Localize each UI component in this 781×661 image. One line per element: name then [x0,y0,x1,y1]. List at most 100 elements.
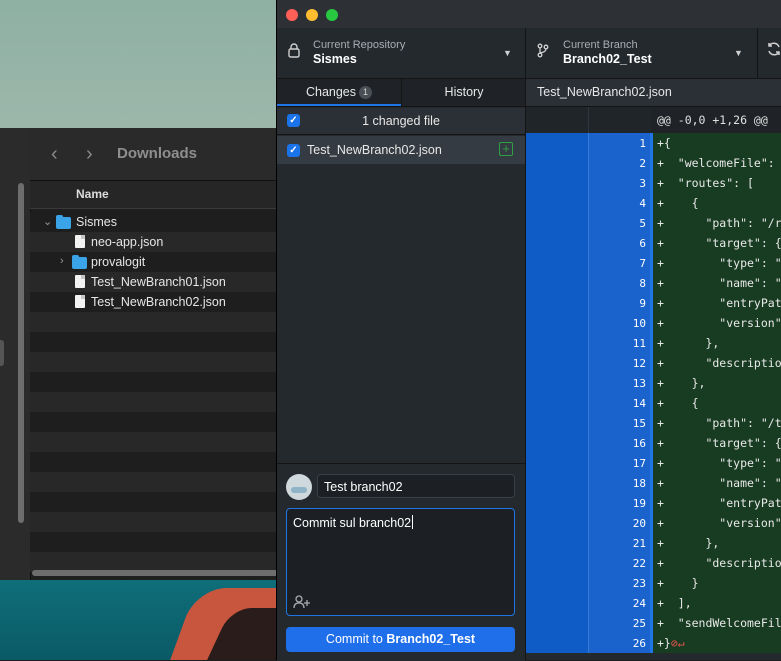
diff-line[interactable]: 10 + "version": [526,313,781,333]
changed-file-row[interactable]: ✓ Test_NewBranch02.json + [277,136,525,164]
changed-file-name: Test_NewBranch02.json [307,143,442,157]
diff-line[interactable]: 22 + "description [526,553,781,573]
diff-line[interactable]: 4 + { [526,193,781,213]
diff-line[interactable]: 24 + ], [526,593,781,613]
diff-line[interactable]: 2 + "welcomeFile": " [526,153,781,173]
commit-button-prefix: Commit to [325,632,387,646]
line-number: 8 [639,277,646,290]
chevron-left-icon[interactable]: ‹ [51,144,58,164]
document-icon [75,295,85,308]
line-number: 18 [632,477,646,490]
diff-header: Test_NewBranch02.json [526,79,781,107]
old-line-gutter [526,353,588,373]
line-code: + "version": [653,513,781,533]
line-number: 6 [639,237,646,250]
current-branch-button[interactable]: Current Branch Branch02_Test ▼ [526,28,758,78]
old-line-gutter [526,573,588,593]
list-item[interactable]: Test_NewBranch02.json [30,292,290,312]
diff-line[interactable]: 26 +}⊘↵ [526,633,781,653]
line-code-text: +} [657,636,671,650]
file-added-icon: + [499,142,513,156]
minimize-window-button[interactable] [306,9,318,21]
chevron-right-icon[interactable]: › [60,255,64,267]
line-code: + "description [653,553,781,573]
diff-line[interactable]: 16 + "target": { [526,433,781,453]
diff-line[interactable]: 18 + "name": "s [526,473,781,493]
diff-line[interactable]: 7 + "type": "s [526,253,781,273]
line-code: +}⊘↵ [653,633,781,653]
file-checkbox[interactable]: ✓ [287,144,300,157]
chevron-down-icon[interactable]: ⌄ [43,215,52,228]
line-code-text: + "target": { [657,236,781,250]
diff-line[interactable]: 5 + "path": "/re [526,213,781,233]
line-number: 23 [632,577,646,590]
line-code-text: + "entryPath [657,296,781,310]
line-code-text: + "path": "/re [657,216,781,230]
old-line-gutter [526,393,588,413]
github-desktop-window: Current Repository Sismes ▼ Current Bran… [276,0,781,661]
hunk-header[interactable]: @@ -0,0 +1,26 @@ [526,107,781,133]
diff-line[interactable]: 3 + "routes": [ [526,173,781,193]
diff-line[interactable]: 8 + "name": "s [526,273,781,293]
diff-line[interactable]: 19 + "entryPath [526,493,781,513]
finder-column-header[interactable]: Name [30,181,290,209]
chevron-right-icon[interactable]: › [86,144,93,164]
line-number: 17 [632,457,646,470]
diff-line[interactable]: 1 +{ [526,133,781,153]
list-item-label: neo-app.json [91,235,164,249]
diff-line[interactable]: 13 + }, [526,373,781,393]
line-code-text: + "version": [657,516,781,530]
commit-button[interactable]: Commit to Branch02_Test [286,627,515,652]
old-line-gutter [526,593,588,613]
diff-line[interactable]: 21 + }, [526,533,781,553]
diff-line[interactable]: 6 + "target": { [526,233,781,253]
sync-icon [766,41,781,61]
diff-line[interactable]: 15 + "path": "/te [526,413,781,433]
diff-lines: 1 +{2 + "welcomeFile": " 3 + "routes": [4 + {… [526,133,781,653]
line-number: 9 [639,297,646,310]
diff-line[interactable]: 17 + "type": "s [526,453,781,473]
line-code-text: + "routes": [ [657,176,754,190]
finder-sidebar-scrollbar[interactable] [18,183,24,523]
line-code: + "entryPath [653,293,781,313]
diff-line[interactable]: 11 + }, [526,333,781,353]
tab-changes-label: Changes [305,85,357,99]
tab-changes[interactable]: Changes 1 [277,79,401,106]
finder-sidebar [0,128,31,580]
line-code-text: + "type": "s [657,256,781,270]
line-code-text: + }, [657,336,720,350]
diff-line[interactable]: 25 + "sendWelcomeFile [526,613,781,633]
add-coauthor-icon[interactable] [293,595,311,612]
commit-panel: Test branch02 Commit sul branch02 Commit… [277,463,525,661]
tab-history[interactable]: History [401,79,526,106]
line-code-text: + { [657,396,699,410]
commit-button-branch: Branch02_Test [386,632,476,646]
list-item[interactable]: ⌄ Sismes [30,212,290,232]
line-code-text: + { [657,196,699,210]
diff-line[interactable]: 9 + "entryPath [526,293,781,313]
close-window-button[interactable] [286,9,298,21]
branch-label: Current Branch [563,39,638,51]
line-code-text: + ], [657,596,692,610]
finder-horizontal-scrollbar[interactable] [32,570,282,576]
fetch-origin-button[interactable] [758,28,781,78]
line-number: 10 [632,317,646,330]
current-repository-button[interactable]: Current Repository Sismes ▼ [277,28,526,78]
list-item[interactable]: Test_NewBranch01.json [30,272,290,292]
commit-description-input[interactable]: Commit sul branch02 [286,508,515,616]
list-item[interactable]: neo-app.json [30,232,290,252]
zoom-window-button[interactable] [326,9,338,21]
line-code: + "path": "/te [653,413,781,433]
diff-line[interactable]: 23 + } [526,573,781,593]
diff-line[interactable]: 14 + { [526,393,781,413]
commit-summary-input[interactable]: Test branch02 [317,474,515,498]
diff-line[interactable]: 12 + "description [526,353,781,373]
list-item[interactable]: › provalogit [30,252,290,272]
line-number: 20 [632,517,646,530]
hunk-gutter [526,107,651,133]
diff-line[interactable]: 20 + "version": [526,513,781,533]
line-code: +{ [653,133,781,153]
line-code-text: + "type": "s [657,456,781,470]
line-code: + "version": [653,313,781,333]
line-code: + "path": "/re [653,213,781,233]
